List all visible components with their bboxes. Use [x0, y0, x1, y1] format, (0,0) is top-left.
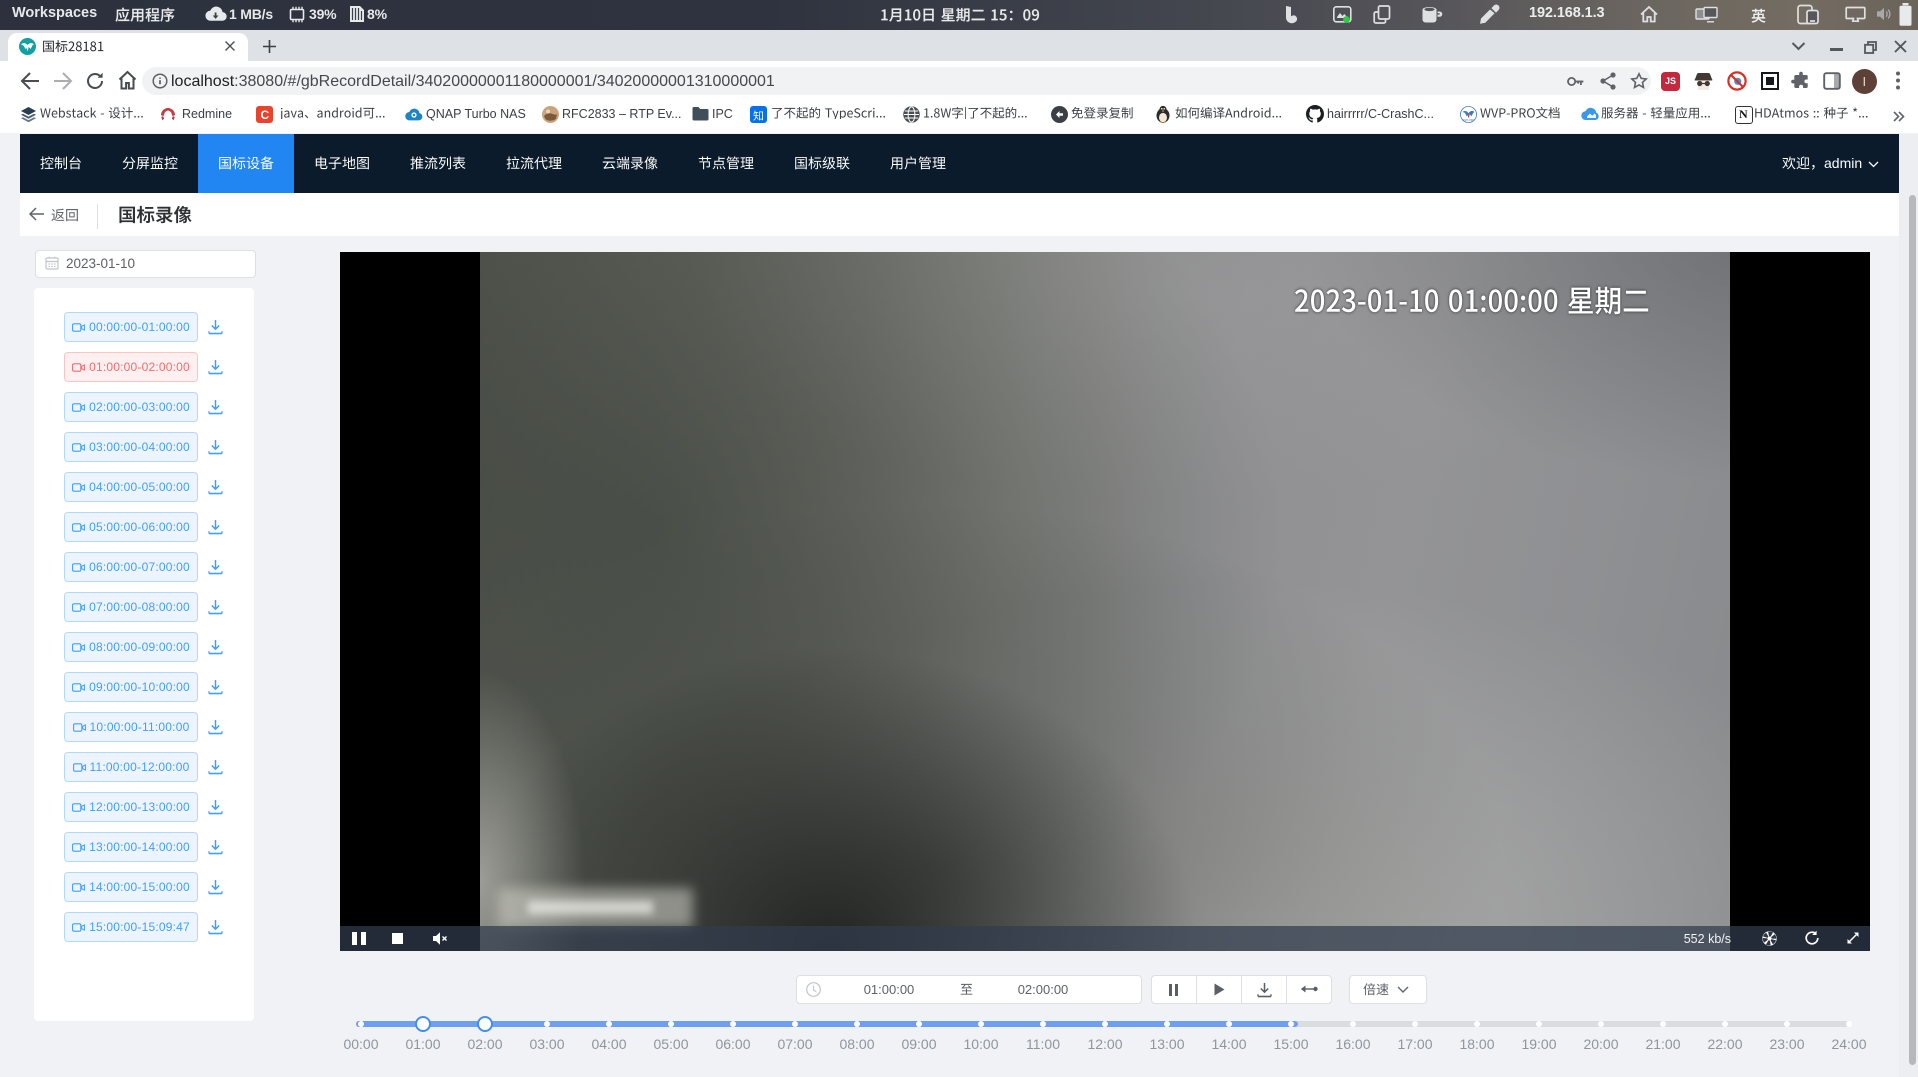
svg-text:WVP-PRO: WVP-PRO [1462, 118, 1474, 122]
